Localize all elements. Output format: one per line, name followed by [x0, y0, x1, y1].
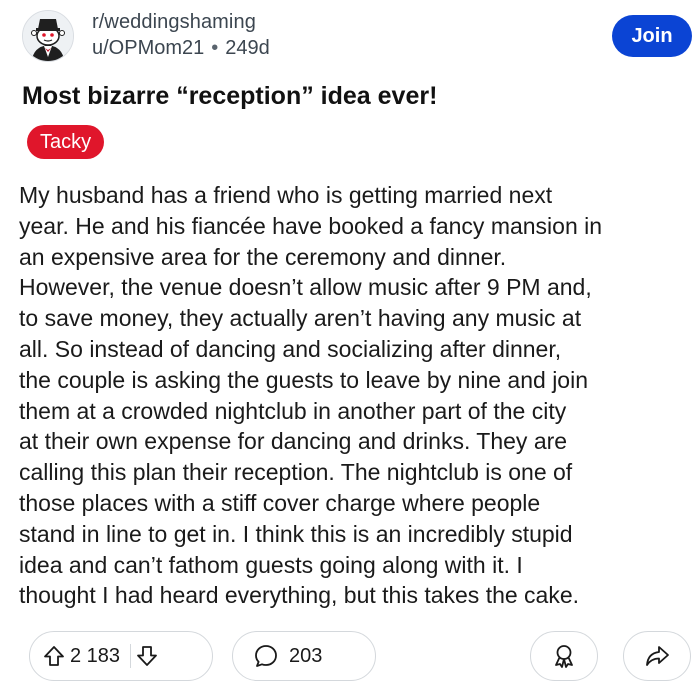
share-button[interactable]	[623, 631, 691, 681]
vote-score: 2 183	[70, 644, 121, 667]
body-line: year. He and his fiancée have booked a f…	[19, 212, 603, 239]
share-arrow-icon	[644, 643, 670, 669]
post-meta: u/OPMom21 • 249d	[92, 37, 270, 60]
post-body: My husband has a friend who is getting m…	[19, 180, 689, 611]
body-line: calling this plan their reception. The n…	[19, 459, 573, 486]
award-button[interactable]	[530, 631, 598, 681]
body-line: However, the venue doesn’t allow music a…	[19, 274, 592, 301]
vote-divider	[130, 644, 132, 668]
join-button[interactable]: Join	[612, 15, 692, 57]
body-line: the couple is asking the guests to leave…	[19, 366, 588, 393]
action-bar: 2 183 203	[29, 631, 691, 683]
meta-separator: •	[211, 37, 219, 59]
body-line: an expensive area for the ceremony and d…	[19, 243, 507, 270]
body-line: all. So instead of dancing and socializi…	[19, 335, 562, 362]
body-line: at their own expense for dancing and dri…	[19, 428, 568, 455]
post-header: r/weddingshaming u/OPMom21 • 249d Join	[22, 8, 692, 68]
body-line: to save money, they actually aren’t havi…	[19, 305, 582, 332]
speech-bubble-icon	[253, 643, 279, 669]
arrow-up-icon[interactable]	[42, 644, 66, 668]
arrow-down-icon[interactable]	[135, 644, 159, 668]
body-line: stand in line to get in. I think this is…	[19, 520, 573, 547]
body-line: thought I had heard everything, but this…	[19, 582, 580, 609]
body-line: My husband has a friend who is getting m…	[19, 182, 553, 208]
flair-badge[interactable]: Tacky	[27, 125, 105, 159]
subreddit-avatar-icon[interactable]	[22, 10, 74, 62]
post-title: Most bizarre “reception” idea ever!	[22, 82, 438, 110]
post-age: 249d	[225, 37, 270, 59]
vote-control: 2 183	[29, 631, 213, 681]
comments-button[interactable]: 203	[232, 631, 376, 681]
award-ribbon-icon	[551, 643, 577, 669]
body-line: them at a crowded nightclub in another p…	[19, 397, 567, 424]
author-name[interactable]: u/OPMom21	[92, 37, 204, 59]
body-line: those places with a stiff cover charge w…	[19, 489, 541, 516]
body-line: idea and can’t fathom guests going along…	[19, 551, 523, 578]
subreddit-name[interactable]: r/weddingshaming	[92, 11, 256, 34]
comment-count: 203	[289, 644, 323, 667]
